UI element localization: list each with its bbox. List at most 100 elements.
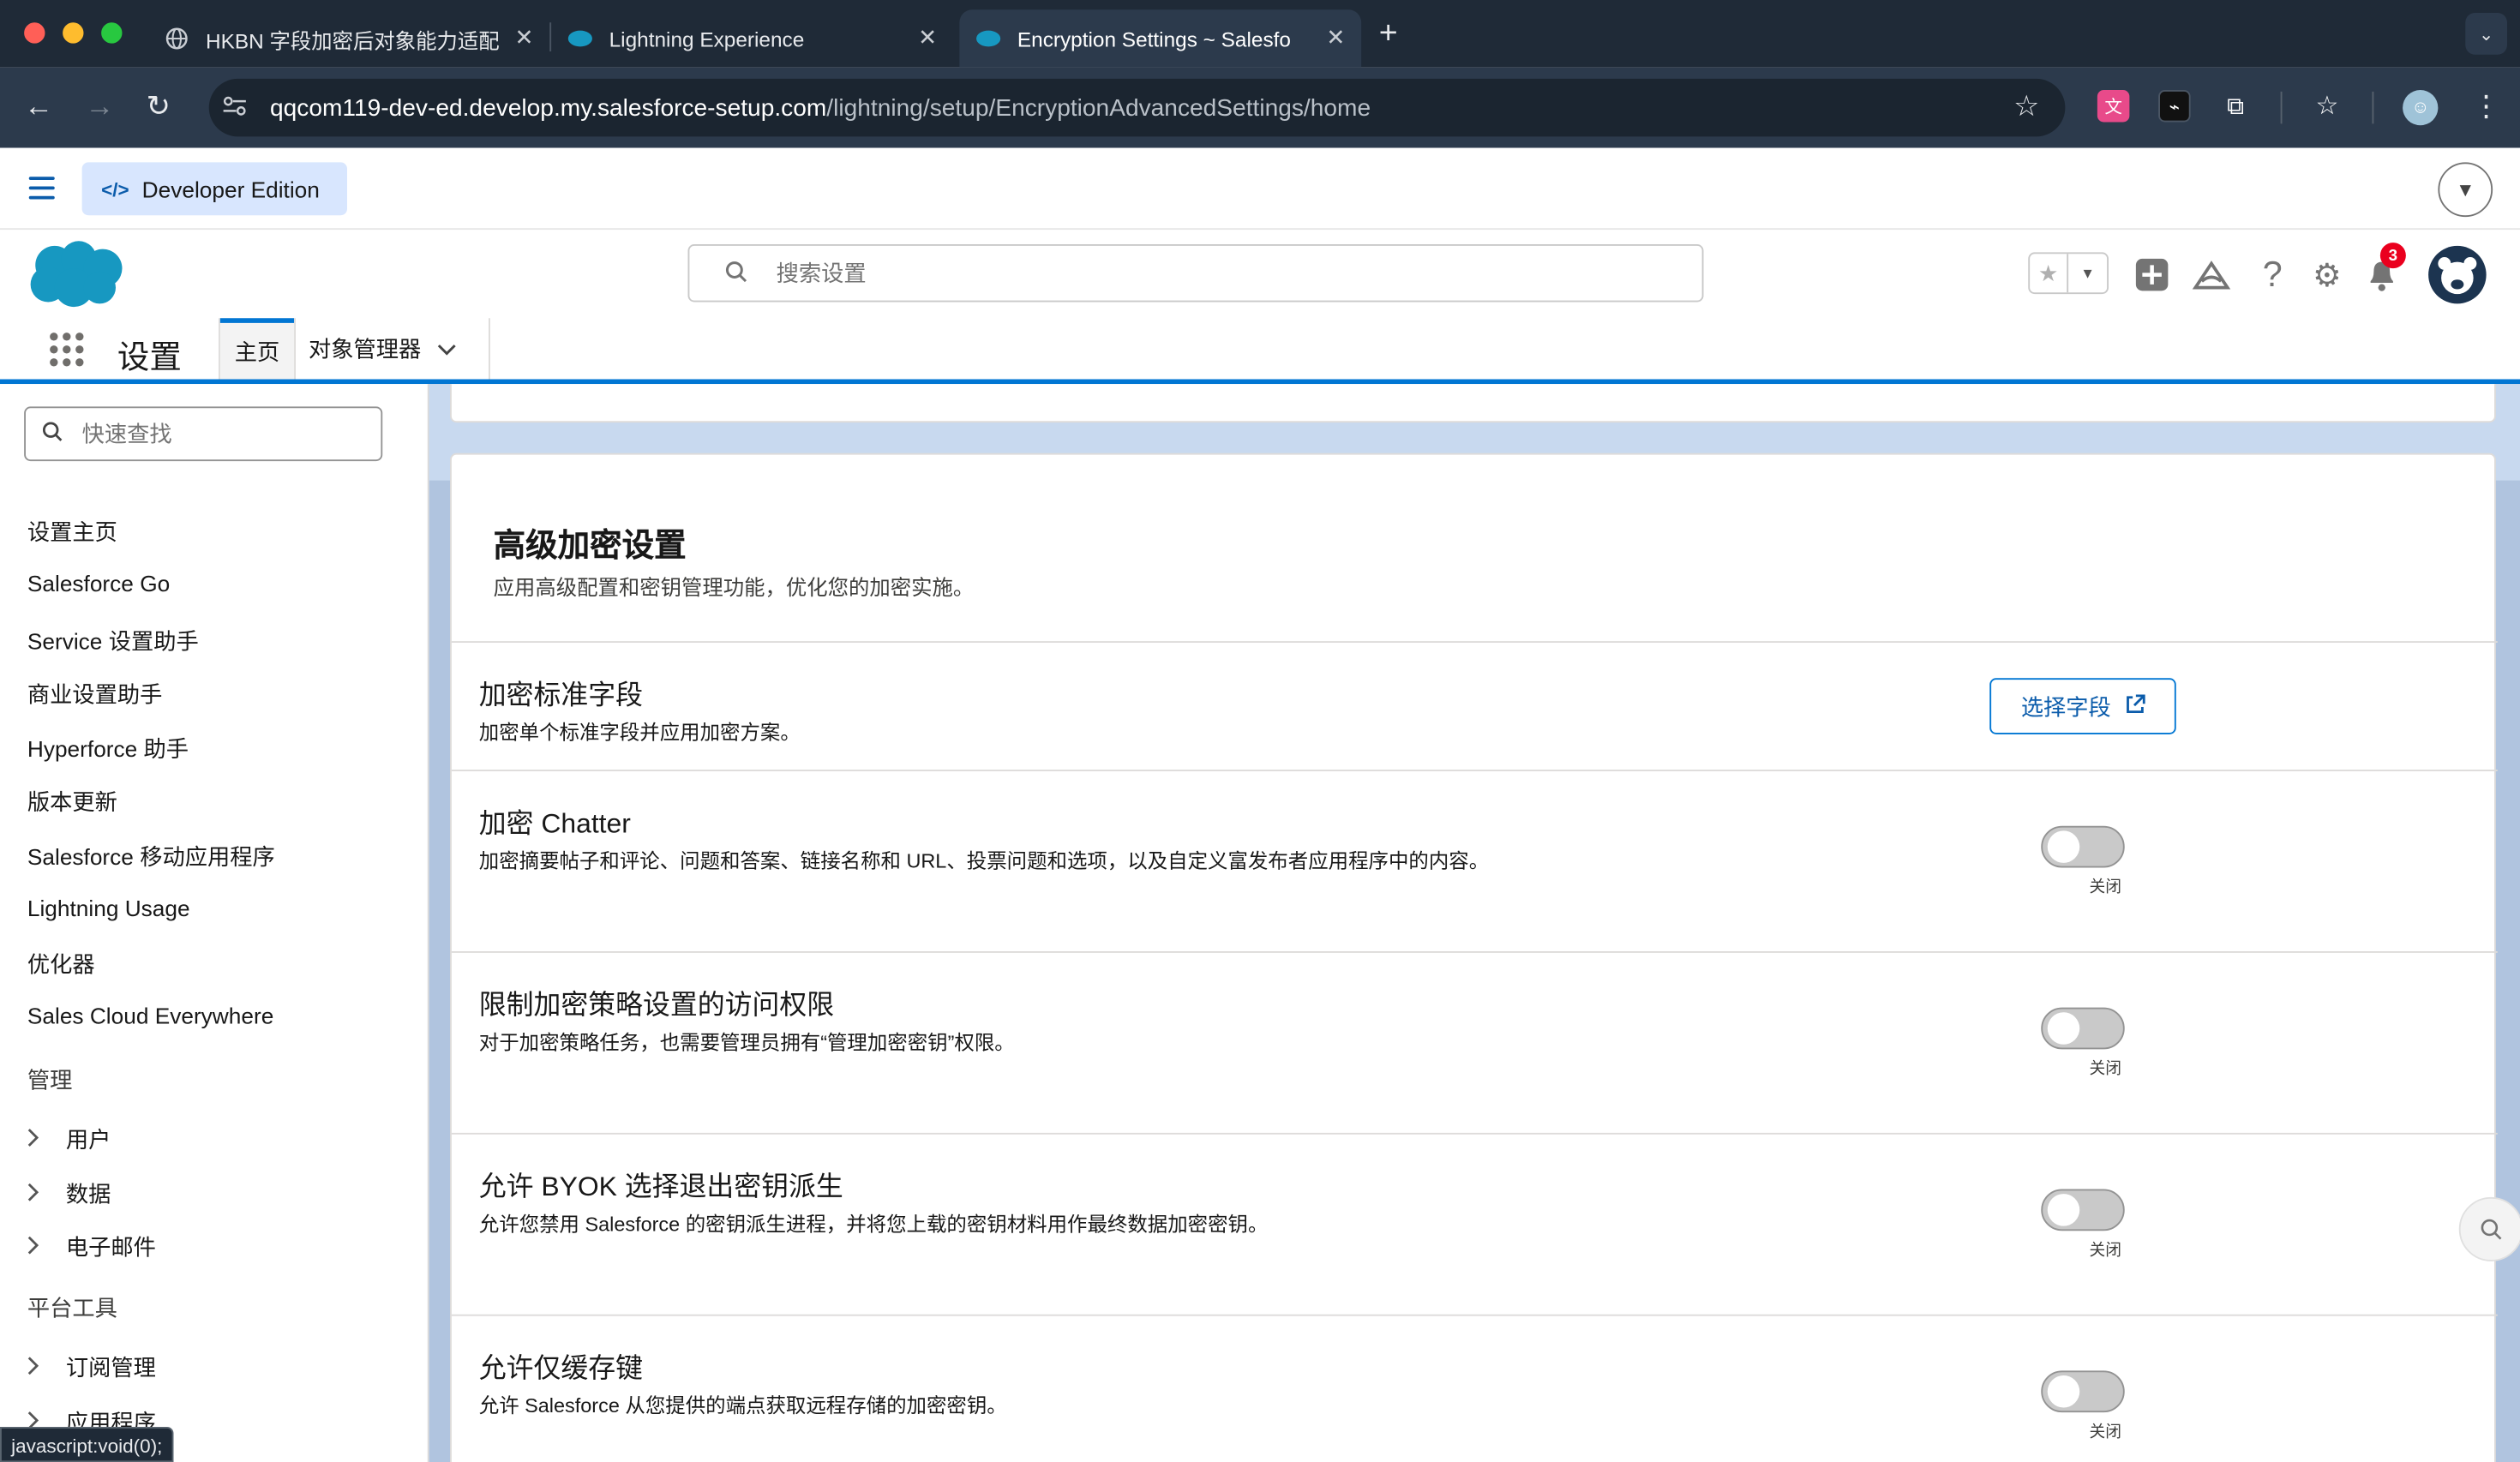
- address-bar[interactable]: qqcom119-dev-ed.develop.my.salesforce-se…: [208, 78, 2066, 137]
- search-icon: [725, 260, 747, 287]
- sidebar-item-data[interactable]: 数据: [27, 1177, 111, 1210]
- nav-divider: [294, 318, 296, 380]
- encrypt-chatter-toggle[interactable]: [2041, 825, 2125, 868]
- external-link-icon: [2124, 693, 2145, 719]
- salesforce-logo[interactable]: [26, 239, 125, 318]
- help-icon[interactable]: ?: [2253, 254, 2292, 294]
- toggle-knob: [2047, 1012, 2080, 1045]
- sidebar-item-mobile-app[interactable]: Salesforce 移动应用程序: [27, 841, 275, 873]
- salesforce-cloud-icon: [975, 26, 1001, 51]
- setting-row-chatter: 加密 Chatter 加密摘要帖子和评论、问题和答案、链接名称和 URL、投票问…: [451, 770, 2498, 951]
- search-placeholder: 搜索设置: [776, 260, 867, 286]
- status-bar-url: javascript:void(0);: [0, 1427, 174, 1462]
- setting-title: 加密标准字段: [478, 680, 643, 710]
- sidebar-item-label: 数据: [65, 1181, 111, 1207]
- sidebar-item-setup-home[interactable]: 设置主页: [27, 516, 117, 548]
- sidebar-item-commerce-setup[interactable]: 商业设置助手: [27, 678, 163, 710]
- add-icon[interactable]: [2133, 255, 2171, 294]
- nav-divider: [489, 318, 490, 380]
- setting-title: 限制加密策略设置的访问权限: [478, 990, 835, 1021]
- tab-label: 主页: [234, 338, 280, 364]
- setting-row-byok-opt-out: 允许 BYOK 选择退出密钥派生 允许您禁用 Salesforce 的密钥派生进…: [451, 1132, 2498, 1315]
- quick-find-input[interactable]: 快速查找: [24, 406, 383, 462]
- maximize-window-button[interactable]: [101, 22, 123, 44]
- sidebar-item-salesforce-go[interactable]: Salesforce Go: [27, 571, 170, 596]
- sidebar-item-service-setup[interactable]: Service 设置助手: [27, 625, 199, 657]
- toggle-state-label: 关闭: [2089, 1060, 2122, 1079]
- sidebar-item-lightning-usage[interactable]: Lightning Usage: [27, 895, 190, 920]
- sidebar-item-hyperforce[interactable]: Hyperforce 助手: [27, 733, 189, 765]
- setup-search-input[interactable]: 搜索设置: [687, 244, 1704, 303]
- bookmark-star-icon[interactable]: ☆: [2013, 90, 2039, 123]
- avatar[interactable]: [2428, 245, 2487, 304]
- byok-opt-out-toggle[interactable]: [2041, 1189, 2125, 1231]
- extensions-puzzle-icon[interactable]: ⧉: [2219, 90, 2252, 123]
- toggle-knob: [2047, 1375, 2080, 1408]
- quick-find-placeholder: 快速查找: [81, 421, 172, 447]
- setting-title: 加密 Chatter: [478, 808, 631, 839]
- sidebar-item-subscription-management[interactable]: 订阅管理: [27, 1351, 156, 1384]
- new-tab-button[interactable]: +: [1379, 16, 1398, 53]
- close-tab-icon[interactable]: ✕: [514, 24, 533, 51]
- sidebar-item-email[interactable]: 电子邮件: [27, 1231, 156, 1263]
- sidebar-item-label: 用户: [65, 1126, 111, 1153]
- browser-menu-icon[interactable]: ⋮: [2472, 90, 2501, 123]
- forward-button[interactable]: →: [85, 90, 114, 123]
- chevron-right-icon[interactable]: [27, 1127, 50, 1151]
- app-nav-bar: 设置 主页 对象管理器: [0, 318, 2520, 385]
- edition-badge[interactable]: </> Developer Edition: [81, 162, 347, 216]
- close-tab-icon[interactable]: ✕: [1326, 24, 1345, 51]
- hamburger-menu-icon[interactable]: [28, 177, 55, 200]
- browser-tab-2[interactable]: Lightning Experience ✕: [551, 9, 953, 68]
- sidebar-item-users[interactable]: 用户: [27, 1123, 111, 1156]
- translate-extension-icon[interactable]: 文: [2097, 90, 2130, 123]
- profile-avatar-icon[interactable]: ☺: [2403, 90, 2439, 126]
- close-window-button[interactable]: [24, 22, 45, 44]
- global-header: 搜索设置 ★ ▼ ? ⚙: [0, 230, 2520, 319]
- restrict-access-toggle[interactable]: [2041, 1007, 2125, 1050]
- settings-card: 高级加密设置 应用高级配置和密钥管理功能，优化您的加密实施。 加密标准字段 加密…: [450, 452, 2498, 1462]
- trailhead-icon[interactable]: [2192, 255, 2231, 294]
- header-card: [450, 384, 2496, 423]
- toolbar-divider: [2280, 91, 2283, 124]
- edition-label: Developer Edition: [141, 176, 320, 202]
- reload-button[interactable]: ↻: [147, 90, 171, 123]
- terminal-extension-icon[interactable]: ⌁: [2158, 90, 2191, 123]
- chevron-right-icon[interactable]: [27, 1235, 50, 1259]
- chevron-right-icon[interactable]: [27, 1182, 50, 1206]
- close-tab-icon[interactable]: ✕: [918, 24, 937, 51]
- sidebar-item-sales-cloud-everywhere[interactable]: Sales Cloud Everywhere: [27, 1003, 273, 1028]
- browser-tab-1[interactable]: HKBN 字段加密后对象能力适配 ✕: [148, 9, 550, 68]
- notification-badge: 3: [2379, 243, 2406, 269]
- setting-description: 允许 Salesforce 从您提供的端点获取远程存储的加密密钥。: [478, 1394, 1007, 1417]
- site-settings-icon[interactable]: [222, 94, 251, 122]
- chevron-down-icon[interactable]: [437, 336, 457, 362]
- chevron-right-icon[interactable]: [27, 1356, 50, 1380]
- url-host: qqcom119-dev-ed.develop.my.salesforce-se…: [270, 93, 827, 122]
- sidebar-item-release-updates[interactable]: 版本更新: [27, 786, 117, 818]
- sidebar-item-label: 电子邮件: [65, 1234, 156, 1260]
- setting-description: 加密摘要帖子和评论、问题和答案、链接名称和 URL、投票问题和选项，以及自定义富…: [478, 849, 1490, 873]
- minimize-window-button[interactable]: [63, 22, 84, 44]
- tab-search-button[interactable]: ⌄: [2465, 13, 2507, 55]
- toggle-state-label: 关闭: [2089, 1423, 2122, 1441]
- select-fields-button[interactable]: 选择字段: [1989, 678, 2176, 734]
- tab-object-manager[interactable]: 对象管理器: [309, 318, 457, 379]
- back-button[interactable]: ←: [24, 90, 53, 123]
- favorites-group[interactable]: ★ ▼: [2028, 252, 2109, 295]
- setting-row-standard-fields: 加密标准字段 加密单个标准字段并应用加密方案。 选择字段: [451, 641, 2498, 770]
- star-icon[interactable]: ★: [2030, 254, 2069, 293]
- toggle-state-label: 关闭: [2089, 1242, 2122, 1260]
- tab-home[interactable]: 主页: [219, 318, 295, 380]
- setting-row-restrict-access: 限制加密策略设置的访问权限 对于加密策略任务，也需要管理员拥有“管理加密密钥”权…: [451, 951, 2498, 1133]
- browser-tab-3[interactable]: Encryption Settings ~ Salesfo ✕: [959, 9, 1362, 68]
- chevron-down-icon[interactable]: ▼: [2438, 162, 2493, 218]
- browser-tabstrip: HKBN 字段加密后对象能力适配 ✕ Lightning Experience …: [0, 0, 2520, 68]
- app-launcher-icon[interactable]: [50, 333, 85, 368]
- sidebar-item-optimizer[interactable]: 优化器: [27, 948, 95, 980]
- floating-search-icon[interactable]: [2458, 1196, 2520, 1261]
- bookmarks-icon[interactable]: ☆: [2311, 90, 2343, 123]
- cache-only-keys-toggle[interactable]: [2041, 1370, 2125, 1413]
- gear-icon[interactable]: ⚙: [2308, 255, 2347, 294]
- favorites-dropdown-icon[interactable]: ▼: [2068, 254, 2107, 292]
